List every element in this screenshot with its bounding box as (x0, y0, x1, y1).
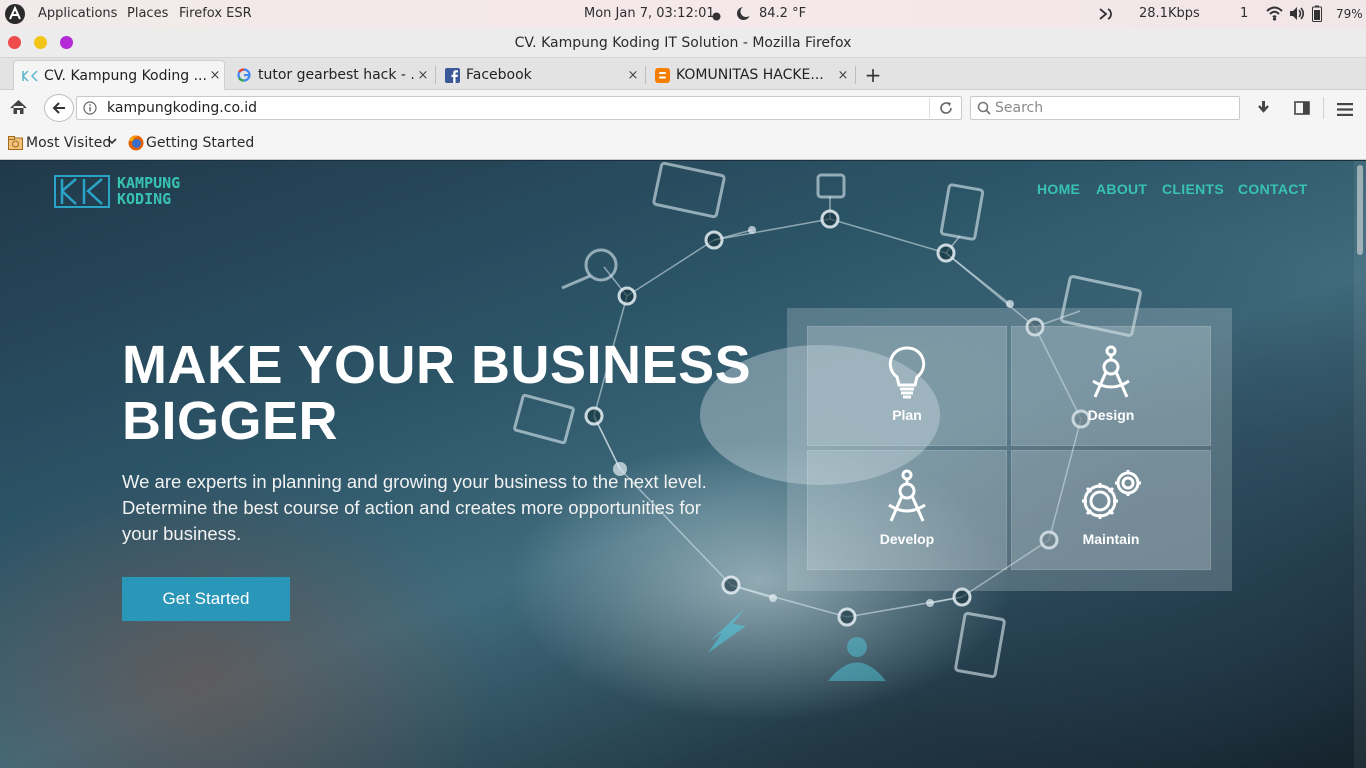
chevron-down-icon[interactable] (106, 135, 118, 151)
service-label: Design (1087, 407, 1135, 423)
close-tab-icon[interactable]: × (414, 68, 432, 83)
tab-kampung-koding[interactable]: CV. Kampung Koding ... × (13, 60, 225, 90)
gears-icon (1012, 469, 1210, 525)
window-title-bar[interactable]: CV. Kampung Koding IT Solution - Mozilla… (0, 28, 1366, 58)
most-visited-folder-icon (8, 136, 23, 154)
scrollbar-thumb[interactable] (1357, 165, 1363, 255)
service-plan[interactable]: Plan (807, 326, 1007, 446)
wifi-icon[interactable] (1266, 5, 1283, 25)
tab-separator (855, 66, 856, 84)
logo-line-1: KAMPUNG (117, 174, 181, 192)
close-tab-icon[interactable]: × (624, 68, 642, 83)
hero-title: MAKE YOUR BUSINESS BIGGER (122, 335, 752, 451)
back-button[interactable] (44, 94, 74, 122)
downloads-icon[interactable] (1256, 100, 1271, 119)
app-menu[interactable]: Firefox ESR (179, 6, 252, 21)
service-design[interactable]: Design (1011, 326, 1211, 446)
search-input[interactable]: Search (970, 96, 1240, 120)
nav-about[interactable]: ABOUT (1096, 181, 1147, 197)
lightbulb-icon (808, 345, 1006, 401)
close-tab-icon[interactable]: × (834, 68, 852, 83)
search-placeholder: Search (995, 100, 1044, 116)
service-label: Maintain (1082, 531, 1140, 547)
tab-label: KOMUNITAS HACKE... (676, 67, 824, 83)
home-icon[interactable] (10, 99, 27, 119)
temperature[interactable]: 84.2 °F (759, 6, 806, 21)
facebook-favicon-icon (444, 67, 460, 83)
web-page-content: KAMPUNG KODING HOME ABOUT CLIENTS CONTAC… (0, 161, 1366, 768)
navigation-toolbar: kampungkoding.co.id Search (0, 90, 1366, 126)
services-panel: Plan Design Develop Maintain (787, 308, 1232, 591)
nav-clients[interactable]: CLIENTS (1162, 181, 1224, 197)
activities-icon[interactable] (4, 3, 26, 29)
tab-label: CV. Kampung Koding ... (44, 67, 206, 84)
compass-icon (808, 469, 1006, 525)
tab-label: tutor gearbest hack - ... (258, 67, 414, 83)
service-label: Develop (879, 531, 935, 547)
search-icon (977, 101, 991, 119)
blogger-favicon-icon (654, 67, 670, 83)
service-label: Plan (892, 407, 922, 423)
hamburger-menu-icon[interactable] (1337, 101, 1353, 120)
site-logo[interactable]: KAMPUNG KODING (54, 175, 180, 213)
back-arrow-icon (52, 102, 65, 114)
close-tab-icon[interactable]: × (206, 68, 224, 83)
battery-icon[interactable] (1312, 5, 1322, 26)
tab-label: Facebook (466, 67, 532, 83)
window-title: CV. Kampung Koding IT Solution - Mozilla… (514, 35, 852, 51)
tab-komunitas-hacker[interactable]: KOMUNITAS HACKE... × (646, 60, 852, 90)
sidebar-toggle-icon[interactable] (1294, 100, 1310, 119)
reload-icon[interactable] (939, 101, 953, 119)
url-text[interactable]: kampungkoding.co.id (107, 100, 257, 116)
applications-menu[interactable]: Applications (38, 6, 117, 21)
firefox-logo-icon (128, 135, 144, 155)
clock[interactable]: Mon Jan 7, 03:12:01 (584, 6, 715, 21)
google-favicon-icon (236, 67, 252, 83)
battery-percent[interactable]: 79% (1336, 7, 1363, 21)
hero-subtitle: We are experts in planning and growing y… (122, 471, 707, 544)
net-speed[interactable]: 28.1Kbps (1139, 6, 1200, 21)
tab-google-search[interactable]: tutor gearbest hack - ... × (228, 60, 432, 90)
weather-moon-icon (736, 6, 752, 25)
nav-contact[interactable]: CONTACT (1238, 181, 1308, 197)
page-scrollbar[interactable] (1354, 161, 1366, 768)
kampung-koding-favicon-icon (22, 68, 38, 84)
workspace-indicator[interactable]: 1 (1240, 6, 1248, 21)
recording-dot-icon (712, 10, 721, 25)
site-info-icon[interactable] (83, 101, 97, 119)
url-separator (929, 98, 930, 118)
nav-home[interactable]: HOME (1037, 181, 1080, 197)
compass-icon (1012, 345, 1210, 401)
getting-started-bookmark[interactable]: Getting Started (146, 135, 254, 151)
toolbar-separator (1323, 97, 1324, 119)
tab-facebook[interactable]: Facebook × (436, 60, 642, 90)
get-started-button[interactable]: Get Started (122, 577, 290, 621)
kampung-koding-logo-icon (54, 175, 110, 208)
volume-icon[interactable] (1289, 6, 1306, 25)
url-bar[interactable]: kampungkoding.co.id (76, 96, 962, 120)
most-visited-bookmark[interactable]: Most Visited (26, 135, 111, 151)
system-top-bar: Applications Places Firefox ESR Mon Jan … (0, 0, 1366, 28)
bookmarks-toolbar: Most Visited Getting Started (0, 126, 1366, 160)
service-maintain[interactable]: Maintain (1011, 450, 1211, 570)
tab-strip: CV. Kampung Koding ... × tutor gearbest … (0, 58, 1366, 90)
new-tab-button[interactable]: + (862, 60, 884, 90)
service-develop[interactable]: Develop (807, 450, 1007, 570)
logo-line-2: KODING (117, 190, 172, 208)
network-speed-icon (1097, 5, 1115, 27)
places-menu[interactable]: Places (127, 6, 168, 21)
